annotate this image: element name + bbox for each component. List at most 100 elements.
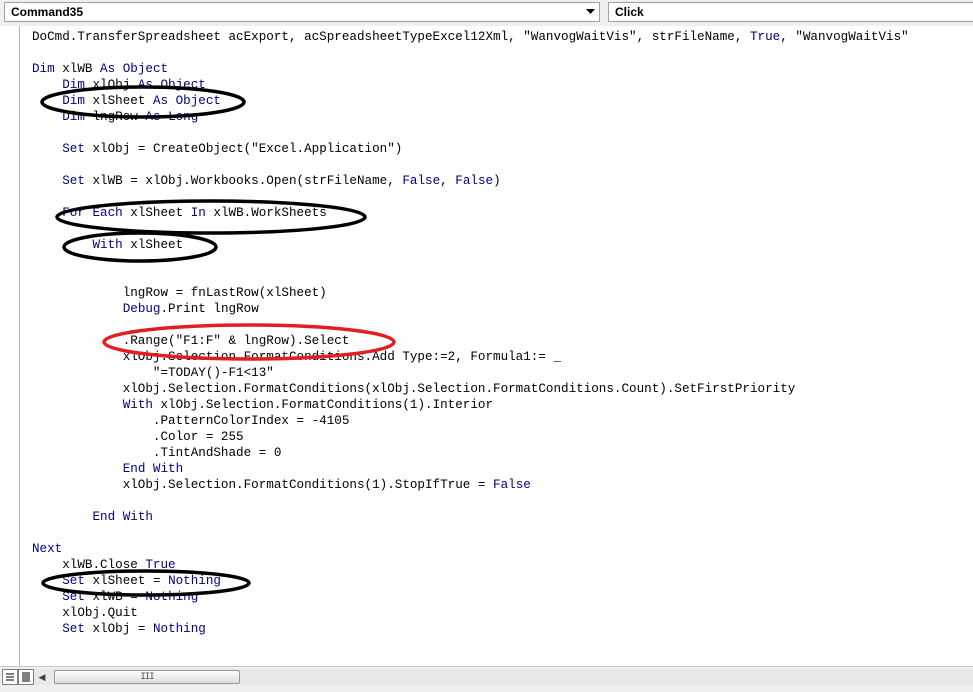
code-line[interactable]: .Range("F1:F" & lngRow).Select <box>32 333 909 349</box>
code-line[interactable]: xlWB.Close True <box>32 557 909 573</box>
code-line[interactable]: xlObj.Selection.FormatConditions(xlObj.S… <box>32 381 909 397</box>
code-keyword: Set <box>62 174 85 188</box>
code-text: "=TODAY()-F1<13" <box>32 366 274 380</box>
code-keyword: With <box>122 398 153 412</box>
code-text: .TintAndShade = 0 <box>32 446 282 460</box>
code-line[interactable] <box>32 125 909 141</box>
code-keyword: Set <box>62 574 85 588</box>
code-line[interactable]: With xlSheet <box>32 237 909 253</box>
code-line[interactable]: End With <box>32 461 909 477</box>
code-line[interactable] <box>32 317 909 333</box>
code-line[interactable]: xlObj.Quit <box>32 605 909 621</box>
code-line[interactable]: Dim xlObj As Object <box>32 77 909 93</box>
scrollbar-thumb[interactable]: III <box>54 670 240 684</box>
full-module-view-icon[interactable] <box>18 669 34 685</box>
margin-indicator-bar[interactable] <box>0 26 20 666</box>
procedure-combo[interactable]: Click <box>608 2 973 22</box>
code-text: lngRow = fnLastRow(xlSheet) <box>32 286 327 300</box>
code-keyword: As Object <box>100 62 169 76</box>
code-text: .PatternColorIndex = -4105 <box>32 414 350 428</box>
code-line[interactable] <box>32 269 909 285</box>
code-text: xlSheet = <box>84 574 169 588</box>
code-text: , <box>440 174 456 188</box>
code-text: xlObj.Selection.FormatConditions(xlObj.S… <box>32 382 796 396</box>
code-line[interactable]: Set xlSheet = Nothing <box>32 573 909 589</box>
procedure-view-icon[interactable] <box>2 669 18 685</box>
code-line[interactable]: Next <box>32 541 909 557</box>
object-combo-value: Command35 <box>11 5 84 19</box>
code-line[interactable] <box>32 221 909 237</box>
code-line[interactable]: xlObj.Selection.FormatConditions(1).Stop… <box>32 477 909 493</box>
code-keyword: For Each <box>62 206 123 220</box>
code-keyword: Nothing <box>168 574 221 588</box>
code-keyword: True <box>145 558 176 572</box>
procedure-combo-value: Click <box>615 5 644 19</box>
code-keyword: False <box>493 478 531 492</box>
scrollbar-grip: III <box>140 672 154 682</box>
code-text: xlObj = <box>84 622 153 636</box>
code-area[interactable]: DoCmd.TransferSpreadsheet acExport, acSp… <box>32 29 909 637</box>
code-text: xlObj.Selection.FormatConditions(1).Inte… <box>152 398 494 412</box>
code-text: DoCmd.TransferSpreadsheet acExport, acSp… <box>32 30 750 44</box>
code-line[interactable]: Debug.Print lngRow <box>32 301 909 317</box>
code-line[interactable]: .TintAndShade = 0 <box>32 445 909 461</box>
code-text: xlSheet <box>122 238 184 252</box>
code-line[interactable]: Dim xlWB As Object <box>32 61 909 77</box>
code-keyword: Dim <box>32 62 55 76</box>
code-line[interactable] <box>32 253 909 269</box>
code-line[interactable]: Dim xlSheet As Object <box>32 93 909 109</box>
chevron-down-icon[interactable] <box>581 3 599 21</box>
code-line[interactable]: Set xlWB = Nothing <box>32 589 909 605</box>
code-keyword: False <box>402 174 441 188</box>
code-line[interactable]: DoCmd.TransferSpreadsheet acExport, acSp… <box>32 29 909 45</box>
code-line[interactable]: .PatternColorIndex = -4105 <box>32 413 909 429</box>
code-line[interactable]: Set xlWB = xlObj.Workbooks.Open(strFileN… <box>32 173 909 189</box>
code-editor[interactable]: DoCmd.TransferSpreadsheet acExport, acSp… <box>0 26 973 666</box>
code-text: xlWB <box>54 62 101 76</box>
code-text: xlSheet <box>84 94 153 108</box>
code-keyword: In <box>190 206 206 220</box>
code-line[interactable]: Set xlObj = CreateObject("Excel.Applicat… <box>32 141 909 157</box>
code-text: xlObj.Selection.FormatConditions.Add Typ… <box>32 350 562 364</box>
code-line[interactable]: With xlObj.Selection.FormatConditions(1)… <box>32 397 909 413</box>
code-line[interactable]: For Each xlSheet In xlWB.WorkSheets <box>32 205 909 221</box>
code-line[interactable] <box>32 493 909 509</box>
code-line[interactable] <box>32 189 909 205</box>
code-line[interactable] <box>32 45 909 61</box>
code-line[interactable]: Dim lngRow As Long <box>32 109 909 125</box>
code-line[interactable] <box>32 157 909 173</box>
code-line[interactable]: lngRow = fnLastRow(xlSheet) <box>32 285 909 301</box>
code-line[interactable]: "=TODAY()-F1<13" <box>32 365 909 381</box>
code-text: xlObj <box>84 78 138 92</box>
code-text: .Color = 255 <box>32 430 244 444</box>
code-keyword: Nothing <box>145 590 199 604</box>
horizontal-scrollbar[interactable]: ◀ III <box>34 669 973 685</box>
code-line[interactable]: Set xlObj = Nothing <box>32 621 909 637</box>
code-text: xlWB.Close <box>32 558 146 572</box>
code-line[interactable]: .Color = 255 <box>32 429 909 445</box>
code-keyword: Set <box>62 622 85 636</box>
code-text: ) <box>493 174 501 188</box>
code-line[interactable]: End With <box>32 509 909 525</box>
code-line[interactable]: xlObj.Selection.FormatConditions.Add Typ… <box>32 349 909 365</box>
code-keyword: End With <box>122 462 184 476</box>
code-keyword: As Object <box>152 94 221 108</box>
code-text: lngRow <box>84 110 146 124</box>
code-line[interactable] <box>32 525 909 541</box>
code-text: xlWB = <box>84 590 146 604</box>
code-text: xlObj = CreateObject("Excel.Application"… <box>84 142 403 156</box>
code-keyword: False <box>455 174 494 188</box>
scroll-left-icon[interactable]: ◀ <box>34 669 50 685</box>
object-combo[interactable]: Command35 <box>4 2 600 22</box>
code-text: xlWB.WorkSheets <box>205 206 327 220</box>
